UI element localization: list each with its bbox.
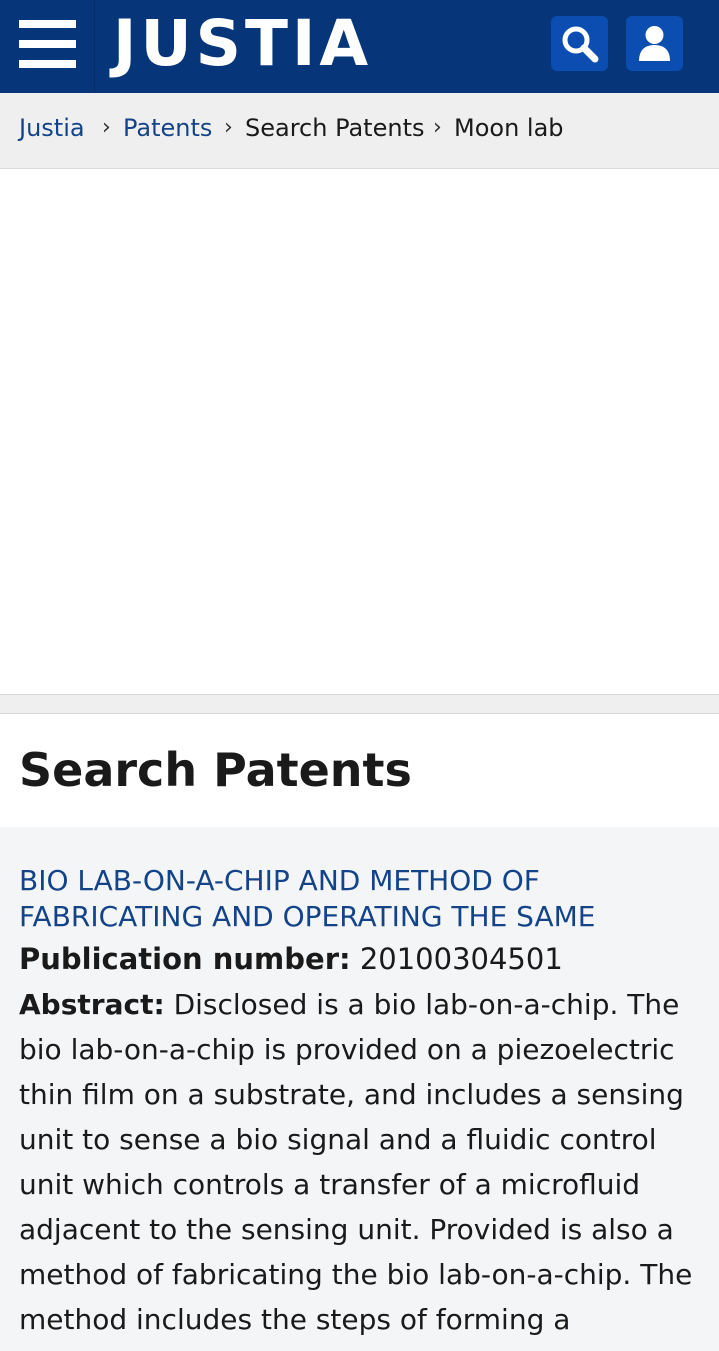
justia-logo[interactable]: JUSTIA bbox=[113, 10, 372, 78]
blank-ad-area bbox=[0, 169, 719, 694]
abstract-text: Disclosed is a bio lab-on-a-chip. The bi… bbox=[19, 988, 693, 1336]
top-navigation-bar: JUSTIA bbox=[0, 0, 719, 93]
section-divider bbox=[0, 694, 719, 714]
menu-bar-line bbox=[19, 40, 76, 48]
breadcrumb-item-search-patents: Search Patents bbox=[245, 114, 425, 142]
user-icon bbox=[639, 26, 670, 61]
breadcrumb: Justia › Patents › Search Patents › Moon… bbox=[0, 93, 719, 169]
menu-bar-line bbox=[19, 20, 76, 28]
menu-bar-line bbox=[19, 60, 76, 68]
publication-number-row: Publication number: 20100304501 bbox=[19, 940, 563, 978]
search-button[interactable] bbox=[551, 16, 608, 71]
hamburger-menu-icon[interactable] bbox=[0, 0, 95, 93]
breadcrumb-separator: › bbox=[224, 115, 233, 140]
breadcrumb-separator: › bbox=[102, 115, 111, 140]
account-button[interactable] bbox=[626, 16, 683, 71]
breadcrumb-link-patents[interactable]: Patents bbox=[123, 113, 212, 143]
abstract-label: Abstract: bbox=[19, 988, 165, 1021]
breadcrumb-item-current: Moon lab bbox=[454, 114, 564, 142]
publication-number-value: 20100304501 bbox=[359, 942, 563, 976]
result-title-link[interactable]: BIO LAB-ON-A-CHIP AND METHOD OF FABRICAT… bbox=[19, 863, 699, 935]
breadcrumb-link-justia[interactable]: Justia bbox=[19, 113, 85, 143]
breadcrumb-separator: › bbox=[433, 115, 442, 140]
abstract-paragraph: Abstract: Disclosed is a bio lab-on-a-ch… bbox=[19, 982, 709, 1342]
page-title: Search Patents bbox=[19, 743, 412, 797]
publication-number-label: Publication number: bbox=[19, 942, 351, 976]
search-icon bbox=[562, 26, 599, 63]
